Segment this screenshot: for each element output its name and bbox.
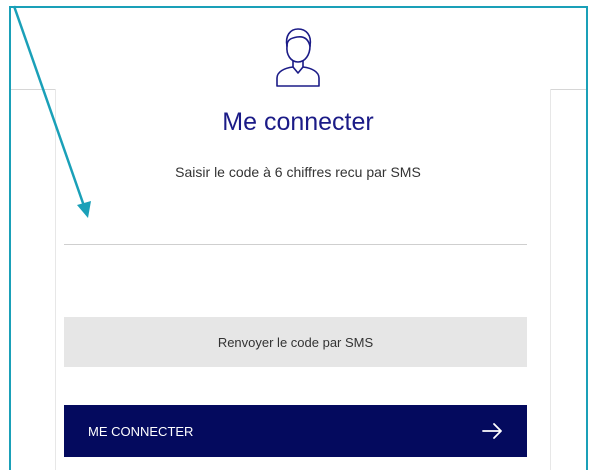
annotation-frame-top xyxy=(9,6,587,8)
page-title: Me connecter xyxy=(222,108,374,136)
resend-sms-label: Renvoyer le code par SMS xyxy=(217,334,374,350)
card-border-left xyxy=(55,89,56,470)
annotation-frame-right xyxy=(586,6,588,470)
header-divider-right xyxy=(551,89,586,90)
connect-button[interactable]: ME CONNECTER xyxy=(64,405,527,457)
sms-code-instruction: Saisir le code à 6 chiffres recu par SMS xyxy=(175,164,421,180)
annotation-frame-left xyxy=(9,6,11,470)
card-border-right xyxy=(550,89,551,470)
connect-button-label: ME CONNECTER xyxy=(88,423,194,439)
header-divider-left xyxy=(11,89,55,90)
user-icon xyxy=(276,28,320,87)
resend-sms-button[interactable]: Renvoyer le code par SMS xyxy=(64,317,527,367)
arrow-right-icon xyxy=(482,423,502,439)
sms-code-input[interactable] xyxy=(64,214,527,245)
